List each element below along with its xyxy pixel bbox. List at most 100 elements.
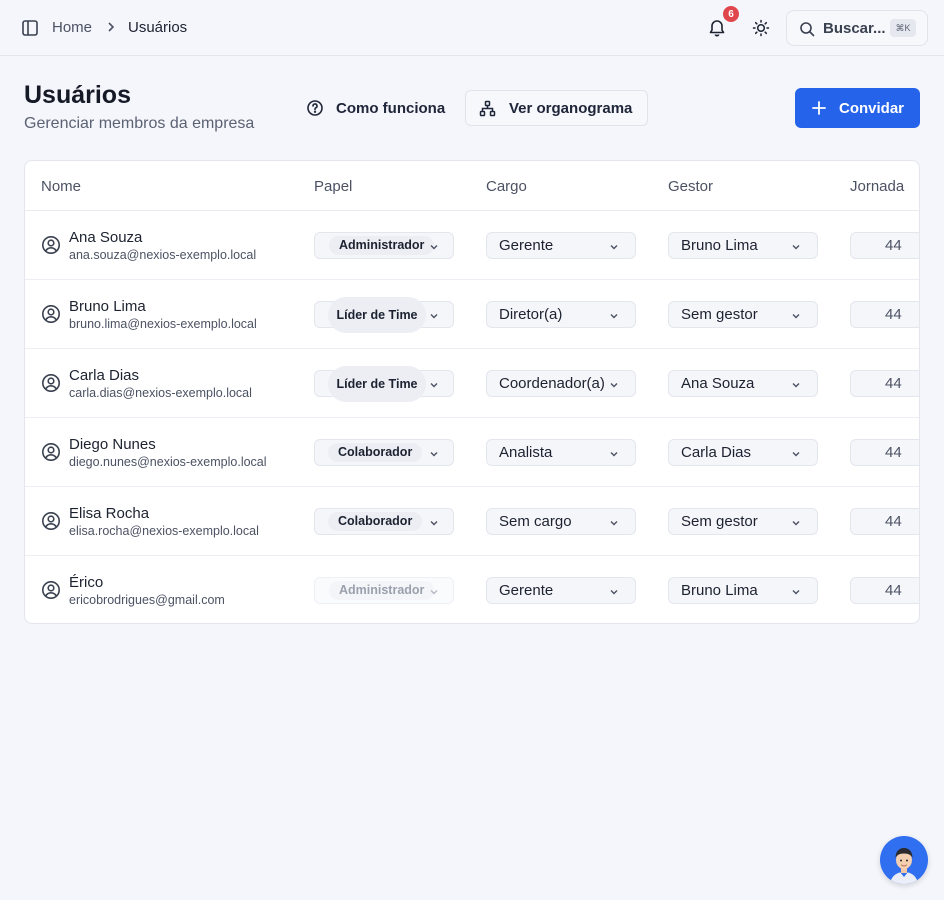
role-badge: Administrador bbox=[329, 236, 435, 255]
search-placeholder: Buscar... bbox=[823, 20, 886, 37]
how-it-works-label: Como funciona bbox=[336, 99, 446, 117]
user-circle-icon bbox=[42, 305, 60, 323]
user-email: diego.nunes@nexios-exemplo.local bbox=[69, 455, 267, 469]
search-icon bbox=[800, 22, 815, 37]
page-subtitle: Gerenciar membros da empresa bbox=[24, 115, 255, 132]
user-name: Ana Souza bbox=[69, 229, 143, 246]
hours-value: 44 bbox=[885, 306, 902, 323]
chevron-down-icon bbox=[610, 245, 618, 250]
hours-value: 44 bbox=[885, 375, 902, 392]
invite-button[interactable]: Convidar bbox=[795, 88, 920, 128]
chevron-down-icon bbox=[792, 314, 800, 319]
table-header: Nome Papel Cargo Gestor Jornada bbox=[25, 161, 919, 211]
role-select[interactable]: Colaborador bbox=[314, 439, 454, 466]
chevron-down-icon bbox=[610, 314, 618, 319]
table-row: Carla Dias carla.dias@nexios-exemplo.loc… bbox=[25, 349, 919, 418]
hours-input[interactable]: 44 bbox=[850, 370, 919, 397]
manager-select[interactable]: Sem gestor bbox=[668, 508, 818, 535]
org-chart-label: Ver organograma bbox=[509, 99, 633, 117]
plus-icon bbox=[812, 101, 826, 115]
user-circle-icon bbox=[42, 581, 60, 599]
user-name: Bruno Lima bbox=[69, 298, 146, 315]
chevron-down-icon bbox=[792, 590, 800, 595]
notification-badge: 6 bbox=[723, 6, 739, 22]
user-name: Elisa Rocha bbox=[69, 505, 150, 522]
user-circle-icon bbox=[42, 512, 60, 530]
manager-value: Carla Dias bbox=[681, 444, 752, 461]
sidebar-toggle-icon[interactable] bbox=[21, 19, 39, 37]
hours-input[interactable]: 44 bbox=[850, 232, 919, 259]
user-name: Érico bbox=[69, 574, 104, 591]
chevron-down-icon bbox=[610, 590, 618, 595]
chevron-down-icon bbox=[792, 245, 800, 250]
role-select-disabled: Administrador bbox=[314, 577, 454, 604]
manager-select[interactable]: Carla Dias bbox=[668, 439, 818, 466]
position-value: Analista bbox=[499, 444, 553, 461]
how-it-works-button[interactable]: Como funciona bbox=[306, 95, 445, 121]
table-row: Ana Souza ana.souza@nexios-exemplo.local… bbox=[25, 211, 919, 280]
manager-value: Bruno Lima bbox=[681, 582, 758, 599]
role-badge: Líder de Time bbox=[328, 297, 426, 333]
chevron-down-icon bbox=[792, 383, 800, 388]
manager-select[interactable]: Bruno Lima bbox=[668, 577, 818, 604]
user-circle-icon bbox=[42, 374, 60, 392]
role-select[interactable]: Líder de Time bbox=[314, 366, 454, 402]
role-badge: Administrador bbox=[329, 581, 435, 600]
user-email: bruno.lima@nexios-exemplo.local bbox=[69, 317, 257, 331]
column-header-name: Nome bbox=[41, 178, 82, 195]
role-badge: Colaborador bbox=[328, 443, 423, 462]
user-name: Carla Dias bbox=[69, 367, 140, 384]
chevron-down-icon bbox=[610, 452, 618, 457]
position-select[interactable]: Analista bbox=[486, 439, 636, 466]
role-select[interactable]: Administrador bbox=[314, 232, 454, 259]
hours-input[interactable]: 44 bbox=[850, 301, 919, 328]
assistant-avatar-button[interactable] bbox=[880, 836, 928, 884]
manager-select[interactable]: Ana Souza bbox=[668, 370, 818, 397]
top-bar: Home Usuários 6 Buscar... ⌘K bbox=[0, 0, 944, 56]
search-shortcut: ⌘K bbox=[890, 19, 916, 37]
manager-value: Sem gestor bbox=[681, 513, 758, 530]
bell-icon[interactable] bbox=[707, 18, 727, 38]
manager-select[interactable]: Sem gestor bbox=[668, 301, 818, 328]
user-email: ana.souza@nexios-exemplo.local bbox=[69, 248, 257, 262]
position-value: Diretor(a) bbox=[499, 306, 563, 323]
position-select[interactable]: Gerente bbox=[486, 232, 636, 259]
role-badge: Colaborador bbox=[328, 512, 423, 531]
user-circle-icon bbox=[42, 236, 60, 254]
hours-value: 44 bbox=[885, 513, 902, 530]
invite-label: Convidar bbox=[839, 99, 905, 117]
role-select[interactable]: Colaborador bbox=[314, 508, 454, 535]
position-value: Gerente bbox=[499, 582, 554, 599]
sun-icon[interactable] bbox=[751, 18, 771, 38]
table-row: Bruno Lima bruno.lima@nexios-exemplo.loc… bbox=[25, 280, 919, 349]
hours-value: 44 bbox=[885, 582, 902, 599]
user-email: ericobrodrigues@gmail.com bbox=[69, 593, 225, 607]
hours-input[interactable]: 44 bbox=[850, 508, 919, 535]
table-row: Elisa Rocha elisa.rocha@nexios-exemplo.l… bbox=[25, 487, 919, 556]
chevron-down-icon bbox=[610, 521, 618, 526]
user-email: carla.dias@nexios-exemplo.local bbox=[69, 386, 252, 400]
hours-input[interactable]: 44 bbox=[850, 439, 919, 466]
position-select[interactable]: Diretor(a) bbox=[486, 301, 636, 328]
hours-input[interactable]: 44 bbox=[850, 577, 919, 604]
role-badge: Líder de Time bbox=[328, 366, 426, 402]
manager-select[interactable]: Bruno Lima bbox=[668, 232, 818, 259]
position-select[interactable]: Gerente bbox=[486, 577, 636, 604]
search-input[interactable]: Buscar... ⌘K bbox=[786, 10, 928, 46]
manager-value: Sem gestor bbox=[681, 306, 758, 323]
position-select[interactable]: Sem cargo bbox=[486, 508, 636, 535]
role-select[interactable]: Líder de Time bbox=[314, 297, 454, 333]
chevron-down-icon bbox=[792, 521, 800, 526]
page-title: Usuários bbox=[24, 81, 131, 109]
org-chart-button[interactable]: Ver organograma bbox=[465, 90, 648, 126]
hours-value: 44 bbox=[885, 444, 902, 461]
users-table: Nome Papel Cargo Gestor Jornada Ana Souz… bbox=[24, 160, 920, 624]
question-circle-icon bbox=[307, 100, 323, 116]
position-select[interactable]: Coordenador(a) bbox=[486, 370, 636, 397]
column-header-hours: Jornada bbox=[850, 178, 905, 195]
user-email: elisa.rocha@nexios-exemplo.local bbox=[69, 524, 259, 538]
column-header-role: Papel bbox=[314, 178, 353, 195]
table-row: Érico ericobrodrigues@gmail.com Administ… bbox=[25, 556, 919, 623]
breadcrumb-home[interactable]: Home bbox=[52, 19, 92, 36]
hours-value: 44 bbox=[885, 237, 902, 254]
